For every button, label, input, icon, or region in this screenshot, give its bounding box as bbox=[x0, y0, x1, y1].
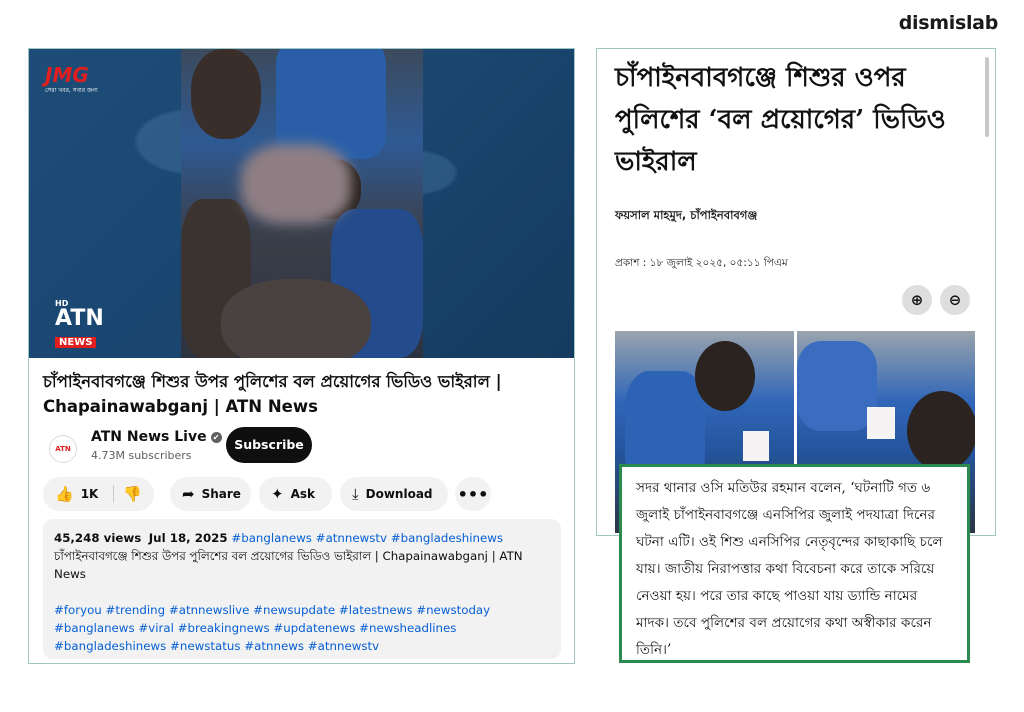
video-player[interactable]: JMG সেরা খবর, সবার জন্য HD ATN NEWS bbox=[29, 49, 574, 358]
face-cover-patch bbox=[743, 431, 769, 461]
hashtag-list[interactable]: #foryou #trending #atnnewslive #newsupda… bbox=[54, 601, 550, 655]
video-title: চাঁপাইনবাবগঞ্জে শিশুর উপর পুলিশের বল প্র… bbox=[43, 372, 502, 416]
ask-button[interactable]: ✦ Ask bbox=[259, 477, 332, 511]
description-text: চাঁপাইনবাবগঞ্জে শিশুর উপর পুলিশের বল প্র… bbox=[54, 549, 523, 581]
view-count: 45,248 views bbox=[54, 531, 142, 545]
person-figure bbox=[906, 391, 975, 471]
action-bar: 👍 1K 👎 ➦ Share ✦ Ask ⤓ Download ••• bbox=[43, 477, 563, 513]
more-options-icon[interactable]: ••• bbox=[455, 477, 491, 511]
download-button[interactable]: ⤓ Download bbox=[340, 477, 448, 511]
upload-date: Jul 18, 2025 bbox=[148, 531, 228, 545]
police-figure bbox=[796, 341, 877, 431]
dismislab-logo: dismislab bbox=[898, 12, 999, 34]
channel-watermark-logo: JMG সেরা খবর, সবার জন্য bbox=[45, 63, 98, 94]
subscribe-button[interactable]: Subscribe bbox=[226, 427, 312, 463]
zoom-out-icon[interactable]: ⊖ bbox=[940, 285, 970, 315]
download-icon: ⤓ bbox=[352, 485, 359, 503]
like-button[interactable]: 👍 1K bbox=[55, 485, 98, 503]
video-frame bbox=[181, 49, 423, 358]
verified-icon: ✔ bbox=[210, 432, 222, 443]
like-count: 1K bbox=[80, 487, 99, 501]
person-figure bbox=[191, 49, 261, 139]
person-figure bbox=[695, 341, 755, 411]
police-figure bbox=[276, 49, 386, 159]
channel-name[interactable]: ATN News Live ✔ bbox=[91, 429, 222, 445]
publish-date: প্রকাশ : ১৮ জুলাই ২০২৫, ০৫:১১ পিএম bbox=[615, 257, 788, 269]
atn-news-logo: HD ATN NEWS bbox=[55, 299, 104, 348]
zoom-in-icon[interactable]: ⊕ bbox=[902, 285, 932, 315]
inline-hashtags[interactable]: #banglanews #atnnewstv #bangladeshinews bbox=[231, 531, 503, 545]
sparkle-icon: ✦ bbox=[271, 485, 284, 503]
video-description[interactable]: 45,248 views Jul 18, 2025 #banglanews #a… bbox=[43, 519, 561, 659]
youtube-screenshot: JMG সেরা খবর, সবার জন্য HD ATN NEWS চাঁপ… bbox=[28, 48, 575, 664]
thumbs-up-icon: 👍 bbox=[55, 485, 74, 503]
scrollbar[interactable] bbox=[985, 57, 989, 137]
share-button[interactable]: ➦ Share bbox=[170, 477, 251, 511]
article-headline: চাঁপাইনবাবগঞ্জে শিশুর ওপর পুলিশের ‘বল প্… bbox=[615, 63, 946, 177]
person-figure bbox=[221, 279, 371, 358]
article-byline: ফয়সাল মাহমুদ, চাঁপাইনবাবগঞ্জ bbox=[615, 208, 758, 222]
like-dislike-group: 👍 1K 👎 bbox=[43, 477, 154, 511]
blurred-face bbox=[241, 144, 351, 224]
share-icon: ➦ bbox=[182, 485, 195, 503]
subscriber-count: 4.73M subscribers bbox=[91, 449, 192, 462]
news-article-screenshot: চাঁপাইনবাবগঞ্জে শিশুর ওপর পুলিশের ‘বল প্… bbox=[596, 48, 996, 536]
channel-avatar[interactable]: ATN bbox=[49, 435, 77, 463]
divider bbox=[113, 485, 114, 503]
highlighted-quote: সদর থানার ওসি মতিউর রহমান বলেন, ‘ঘটনাটি … bbox=[619, 464, 970, 663]
thumbs-down-icon[interactable]: 👎 bbox=[123, 485, 142, 503]
face-cover-patch bbox=[866, 407, 895, 439]
